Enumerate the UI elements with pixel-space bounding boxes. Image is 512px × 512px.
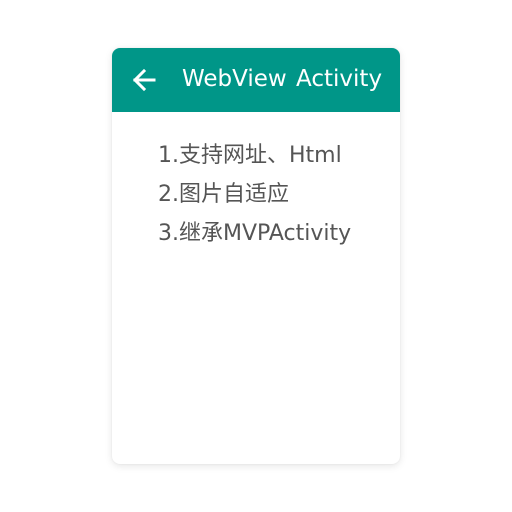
back-button[interactable] <box>130 66 158 94</box>
arrow-left-icon <box>132 68 156 92</box>
app-window: WebView Activity 1.支持网址、Html 2.图片自适应 3.继… <box>112 48 400 464</box>
feature-line-3: 3.继承MVPActivity <box>158 221 352 246</box>
content-text: 1.支持网址、Html 2.图片自适应 3.继承MVPActivity <box>158 136 398 253</box>
feature-line-2: 2.图片自适应 <box>158 182 289 207</box>
screen: WebView Activity 1.支持网址、Html 2.图片自适应 3.继… <box>0 0 512 512</box>
feature-line-1: 1.支持网址、Html <box>158 143 342 168</box>
page-title: WebView Activity <box>182 66 383 92</box>
toolbar: WebView Activity <box>112 48 400 112</box>
